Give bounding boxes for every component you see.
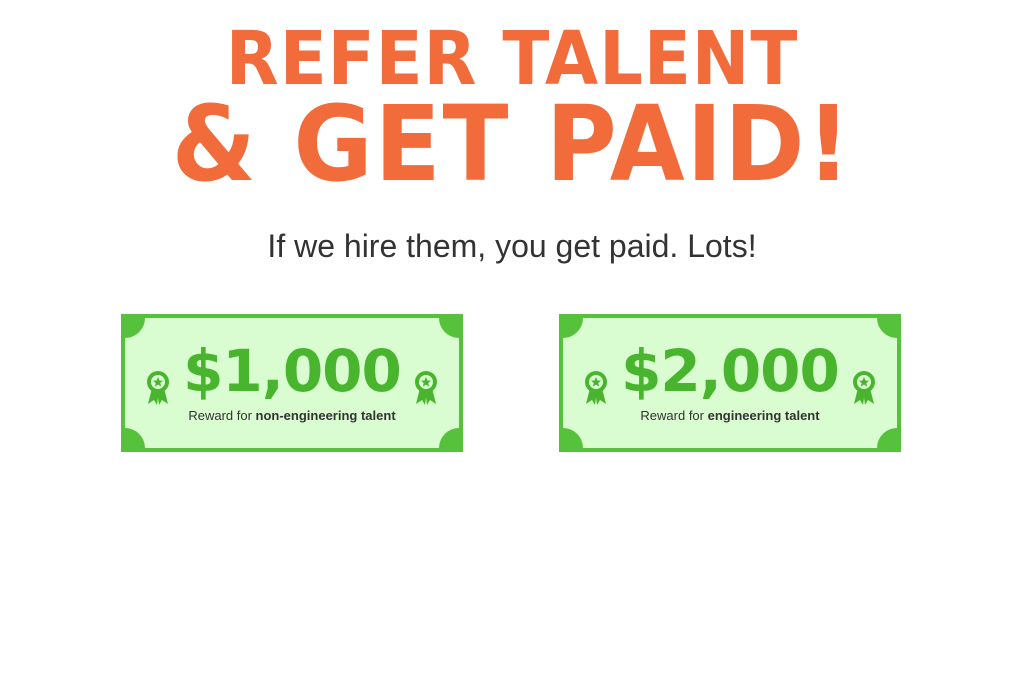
bill-corner bbox=[563, 318, 583, 338]
reward-caption-category: non-engineering talent bbox=[255, 408, 396, 423]
bill-corner bbox=[125, 318, 145, 338]
bill-corner bbox=[439, 428, 459, 448]
bill-corner bbox=[877, 318, 897, 338]
bill-corner bbox=[877, 428, 897, 448]
reward-caption-category: engineering talent bbox=[707, 408, 820, 423]
reward-amount: $2,000 bbox=[621, 337, 840, 405]
reward-amount: $1,000 bbox=[183, 337, 402, 405]
reward-caption-prefix: Reward for bbox=[188, 408, 256, 423]
reward-bill-engineering: $2,000 Reward for engineering talent bbox=[559, 314, 901, 452]
subtitle: If we hire them, you get paid. Lots! bbox=[267, 228, 757, 264]
headline-line-2: & GET PAID! bbox=[171, 83, 853, 205]
reward-caption: Reward for non-engineering talent bbox=[125, 408, 459, 423]
reward-caption-prefix: Reward for bbox=[640, 408, 708, 423]
bill-corner bbox=[125, 428, 145, 448]
award-ribbon-icon bbox=[415, 371, 437, 405]
bill-corner bbox=[563, 428, 583, 448]
people-illustration bbox=[0, 478, 1024, 683]
bill-corner bbox=[439, 318, 459, 338]
award-ribbon-icon bbox=[853, 371, 875, 405]
reward-caption: Reward for engineering talent bbox=[563, 408, 897, 423]
reward-bill-non-engineering: $1,000 Reward for non-engineering talent bbox=[121, 314, 463, 452]
